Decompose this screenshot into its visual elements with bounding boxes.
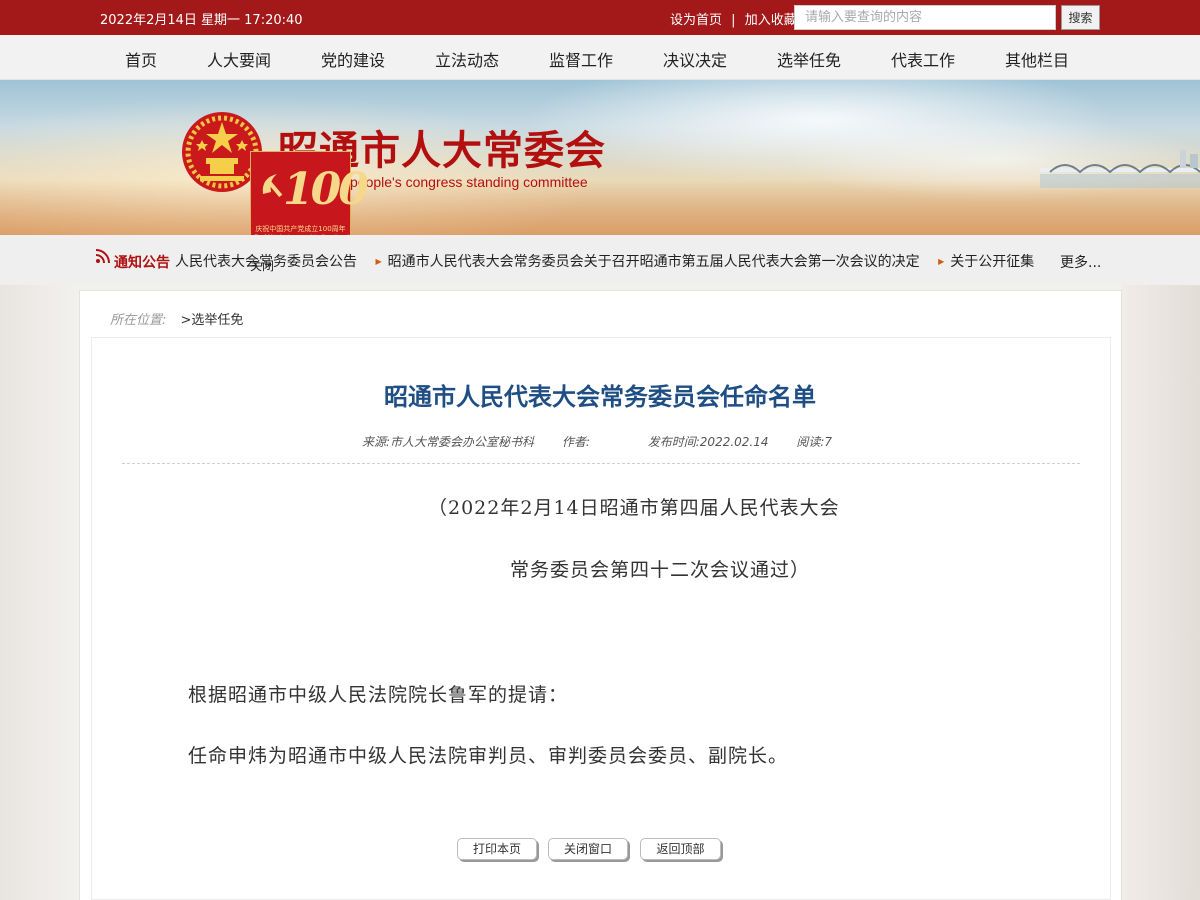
nav-item-elections[interactable]: 选举任免 xyxy=(777,47,841,71)
bridge-illustration xyxy=(1040,150,1200,188)
set-home-link[interactable]: 设为首页 xyxy=(670,13,722,28)
add-favorite-link[interactable]: 加入收藏 xyxy=(745,13,797,28)
breadcrumb-current[interactable]: >选举任免 xyxy=(181,313,244,328)
notice-label: 通知公告 xyxy=(114,255,170,271)
nav-item-deputies[interactable]: 代表工作 xyxy=(891,47,955,71)
notice-item[interactable]: 关于公开征集 xyxy=(938,251,1034,271)
article-paragraph: （2022年2月14日昭通市第四届人民代表大会 xyxy=(428,497,840,519)
top-bar: 2022年2月14日 星期一 17:20:40 设为首页 | 加入收藏 搜索 xyxy=(0,0,1200,35)
nav-item-party[interactable]: 党的建设 xyxy=(321,47,385,71)
notice-bar: 通知公告 人民代表大会常务委员会公告 昭通市人民代表大会常务委员会关于召开昭通市… xyxy=(0,235,1200,285)
badge-close-button[interactable]: 关闭 xyxy=(250,257,274,274)
link-separator: | xyxy=(731,13,736,28)
article-publish-time: 发布时间:2022.02.14 xyxy=(647,435,769,449)
article-paragraph: 根据昭通市中级人民法院院长鲁军的提请： xyxy=(188,684,569,706)
article-title: 昭通市人民代表大会常务委员会任命名单 xyxy=(384,383,816,411)
badge-caption-cn: 庆祝中国共产党成立100周年 xyxy=(255,225,346,233)
notice-item[interactable]: 昭通市人民代表大会常务委员会关于召开昭通市第五届人民代表大会第一次会议的决定 xyxy=(375,251,920,271)
badge-number: 100 xyxy=(283,164,369,215)
search-button[interactable]: 搜索 xyxy=(1061,5,1100,30)
top-links: 设为首页 | 加入收藏 xyxy=(670,9,797,28)
notice-more-link[interactable]: 更多... xyxy=(1060,252,1101,272)
nav-item-other[interactable]: 其他栏目 xyxy=(1005,47,1069,71)
nav-item-resolutions[interactable]: 决议决定 xyxy=(663,47,727,71)
current-datetime: 2022年2月14日 星期一 17:20:40 xyxy=(100,13,303,28)
close-window-button[interactable]: 关闭窗口 xyxy=(548,838,628,860)
nav-item-supervision[interactable]: 监督工作 xyxy=(549,47,613,71)
article-container xyxy=(91,337,1111,900)
site-subtitle: people's congress standing committee xyxy=(350,174,588,190)
article-paragraph: 常务委员会第四十二次会议通过） xyxy=(510,559,811,581)
nav-item-news[interactable]: 人大要闻 xyxy=(207,47,271,71)
article-meta: 来源:市人大常委会办公室秘书科 作者: 发布时间:2022.02.14 阅读:7 xyxy=(362,433,856,450)
article-paragraph: 任命申炜为昭通市中级人民法院审判员、审判委员会委员、副院长。 xyxy=(188,745,789,767)
back-to-top-button[interactable]: 返回顶部 xyxy=(640,838,721,860)
breadcrumb: 所在位置: >选举任免 xyxy=(110,309,243,328)
article-reads: 阅读:7 xyxy=(796,435,833,449)
nav-item-legislation[interactable]: 立法动态 xyxy=(435,47,499,71)
meta-divider xyxy=(122,463,1080,464)
article-source: 来源:市人大常委会办公室秘书科 xyxy=(362,435,535,449)
article-author: 作者: xyxy=(561,435,590,449)
rss-icon xyxy=(95,249,110,264)
main-nav: 首页 人大要闻 党的建设 立法动态 监督工作 决议决定 选举任免 代表工作 其他… xyxy=(0,35,1200,80)
search-input[interactable] xyxy=(794,5,1056,30)
print-page-button[interactable]: 打印本页 xyxy=(457,838,537,860)
nav-item-home[interactable]: 首页 xyxy=(125,47,157,71)
notice-ticker: 人民代表大会常务委员会公告 昭通市人民代表大会常务委员会关于召开昭通市第五届人民… xyxy=(175,251,1035,271)
breadcrumb-label: 所在位置: xyxy=(110,313,167,328)
